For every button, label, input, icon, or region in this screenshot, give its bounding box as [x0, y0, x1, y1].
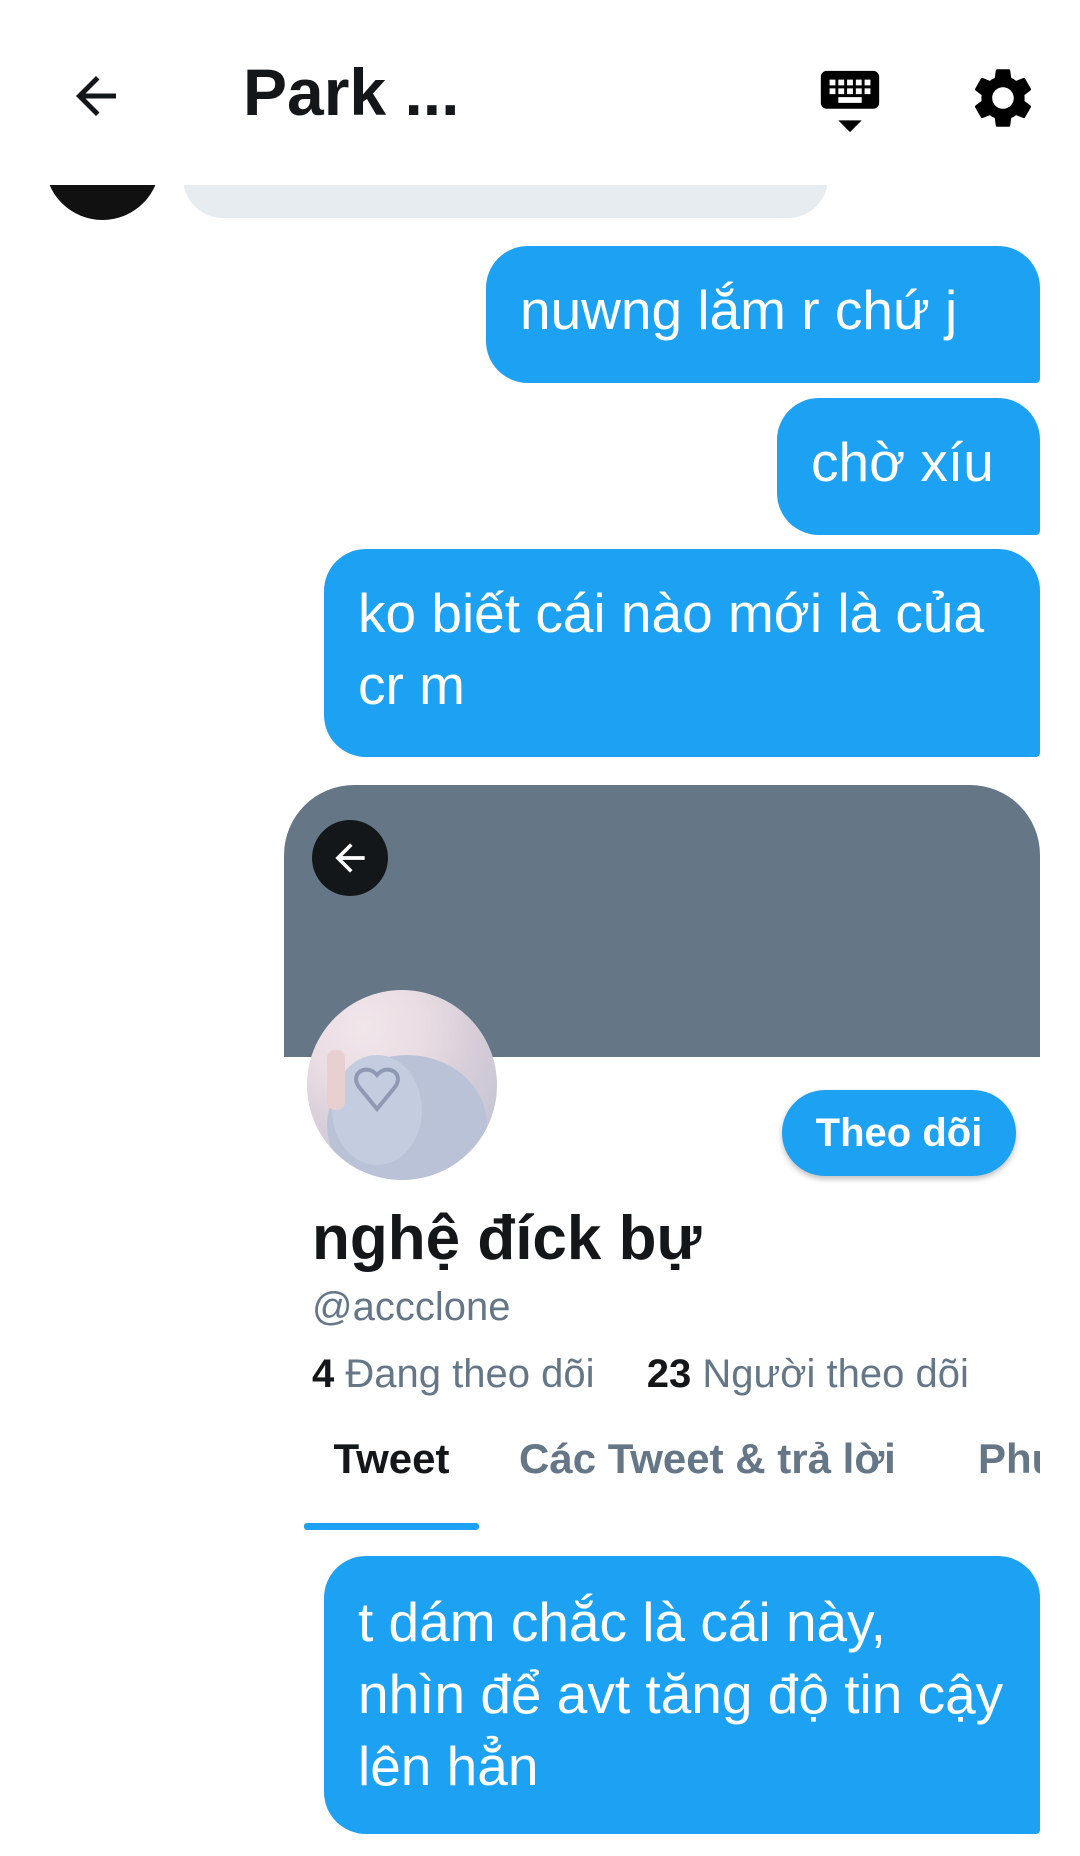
keyboard-button[interactable]	[795, 55, 905, 145]
followers-count: 23	[646, 1352, 692, 1396]
active-tab-indicator	[304, 1523, 479, 1530]
profile-stats: 4 Đang theo dõi 23 Người theo dõi	[312, 1352, 969, 1397]
back-button[interactable]	[60, 60, 132, 132]
gear-icon	[974, 68, 1031, 127]
following-count: 4	[312, 1352, 335, 1396]
avatar-image-icon	[327, 1050, 487, 1180]
tab-tweets: Tweet	[333, 1435, 450, 1482]
followers-label: Người theo dõi	[702, 1352, 969, 1396]
settings-button[interactable]	[955, 50, 1050, 145]
app-header: Park ...	[0, 0, 1080, 185]
message-bubble[interactable]: chờ xíu	[777, 398, 1040, 535]
tab-tweets-replies: Các Tweet & trả lời	[519, 1435, 896, 1482]
tab-media: Phư	[978, 1435, 1040, 1482]
profile-back-button	[312, 820, 388, 896]
arrow-left-icon	[335, 843, 365, 873]
following-label: Đang theo dõi	[345, 1352, 595, 1396]
arrow-left-icon	[76, 76, 116, 116]
shared-profile-card[interactable]: Theo dõi nghệ đíck bự @accclone 4 Đang t…	[284, 785, 1040, 1530]
message-bubble[interactable]: t dám chắc là cái này, nhìn để avt tăng …	[324, 1556, 1040, 1834]
follow-button: Theo dõi	[782, 1090, 1016, 1176]
profile-display-name: nghệ đíck bự	[312, 1204, 702, 1273]
keyboard-icon	[820, 70, 880, 133]
message-bubble[interactable]: ko biết cái nào mới là của cr m	[324, 549, 1040, 757]
profile-handle: @accclone	[312, 1285, 511, 1329]
message-bubble[interactable]: nuwng lắm r chứ j	[486, 246, 1040, 383]
profile-avatar	[307, 990, 497, 1180]
conversation-title: Park ...	[243, 55, 460, 129]
